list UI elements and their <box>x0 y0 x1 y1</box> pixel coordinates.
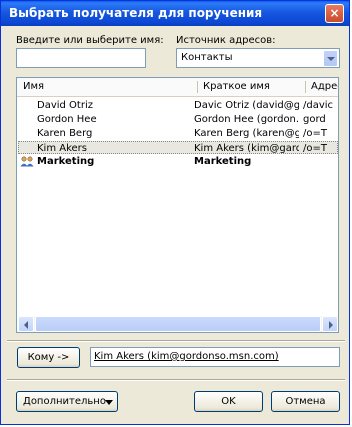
column-header-short-name[interactable]: Краткое имя <box>203 81 270 92</box>
column-header-name[interactable]: Имя <box>23 81 44 92</box>
scroll-right-button[interactable] <box>322 316 338 332</box>
horizontal-scrollbar[interactable] <box>18 316 338 332</box>
contact-address: /o=T <box>303 143 327 154</box>
cancel-button[interactable]: Отмена <box>271 391 340 412</box>
contact-address: /o=T <box>303 128 327 139</box>
source-value: Контакты <box>181 52 233 63</box>
column-header-address[interactable]: Адрес <box>311 81 338 92</box>
ok-button[interactable]: OK <box>194 391 263 412</box>
source-select[interactable]: Контакты <box>176 48 340 68</box>
to-button[interactable]: Кому -> <box>17 347 80 368</box>
arrow-left-icon <box>24 321 28 329</box>
contact-address: /davic <box>303 100 334 111</box>
arrow-right-icon <box>329 321 333 329</box>
contact-name: Marketing <box>37 156 95 167</box>
to-value: Kim Akers (kim@gordonso.msn.com) <box>94 351 279 362</box>
to-field[interactable]: Kim Akers (kim@gordonso.msn.com) <box>90 347 340 367</box>
chevron-down-icon <box>327 57 335 61</box>
contact-short-name: Gordon Hee (gordon... <box>194 114 299 125</box>
contacts-list[interactable]: Имя Краткое имя Адрес David Otriz Davic … <box>16 77 339 333</box>
source-dropdown-button[interactable] <box>323 50 338 67</box>
scrollbar-thumb[interactable] <box>35 316 321 332</box>
dropdown-arrow-icon <box>105 400 113 405</box>
source-label: Источник адресов: <box>176 35 276 46</box>
divider <box>7 379 345 381</box>
list-item-selected[interactable]: Kim Akers Kim Akers (kim@gard... /o=T <box>18 141 338 154</box>
close-button[interactable]: × <box>325 4 344 23</box>
contact-short-name: Karen Berg (karen@g... <box>194 128 299 139</box>
list-header: Имя Краткое имя Адрес <box>17 78 338 97</box>
contact-name: David Otriz <box>37 100 93 111</box>
contact-address: gord <box>303 114 326 125</box>
contact-name: Kim Akers <box>37 143 88 154</box>
scroll-left-button[interactable] <box>18 316 34 332</box>
divider <box>7 340 345 342</box>
more-label: Дополнительно <box>23 396 106 407</box>
contact-short-name: Davic Otriz (david@g... <box>194 100 299 111</box>
list-item[interactable]: Karen Berg Karen Berg (karen@g... /o=T <box>18 127 338 140</box>
list-item[interactable]: David Otriz Davic Otriz (david@g... /dav… <box>18 99 338 112</box>
contact-short-name: Marketing <box>194 156 252 167</box>
search-input[interactable] <box>16 48 146 68</box>
more-button[interactable]: Дополнительно <box>16 391 118 412</box>
contact-name: Gordon Hee <box>37 114 97 125</box>
column-divider[interactable] <box>305 81 306 93</box>
search-label: Введите или выберите имя: <box>16 35 164 46</box>
dialog-title: Выбрать получателя для поручения <box>9 6 263 20</box>
dialog-window: Выбрать получателя для поручения × Введи… <box>0 0 350 425</box>
contact-short-name: Kim Akers (kim@gard... <box>194 143 299 154</box>
column-divider[interactable] <box>197 81 198 93</box>
contact-name: Karen Berg <box>37 128 93 139</box>
list-item[interactable]: Marketing Marketing <box>18 155 338 168</box>
title-bar[interactable]: Выбрать получателя для поручения × <box>1 1 349 26</box>
list-item[interactable]: Gordon Hee Gordon Hee (gordon... gord <box>18 113 338 126</box>
distribution-list-icon <box>20 156 34 167</box>
